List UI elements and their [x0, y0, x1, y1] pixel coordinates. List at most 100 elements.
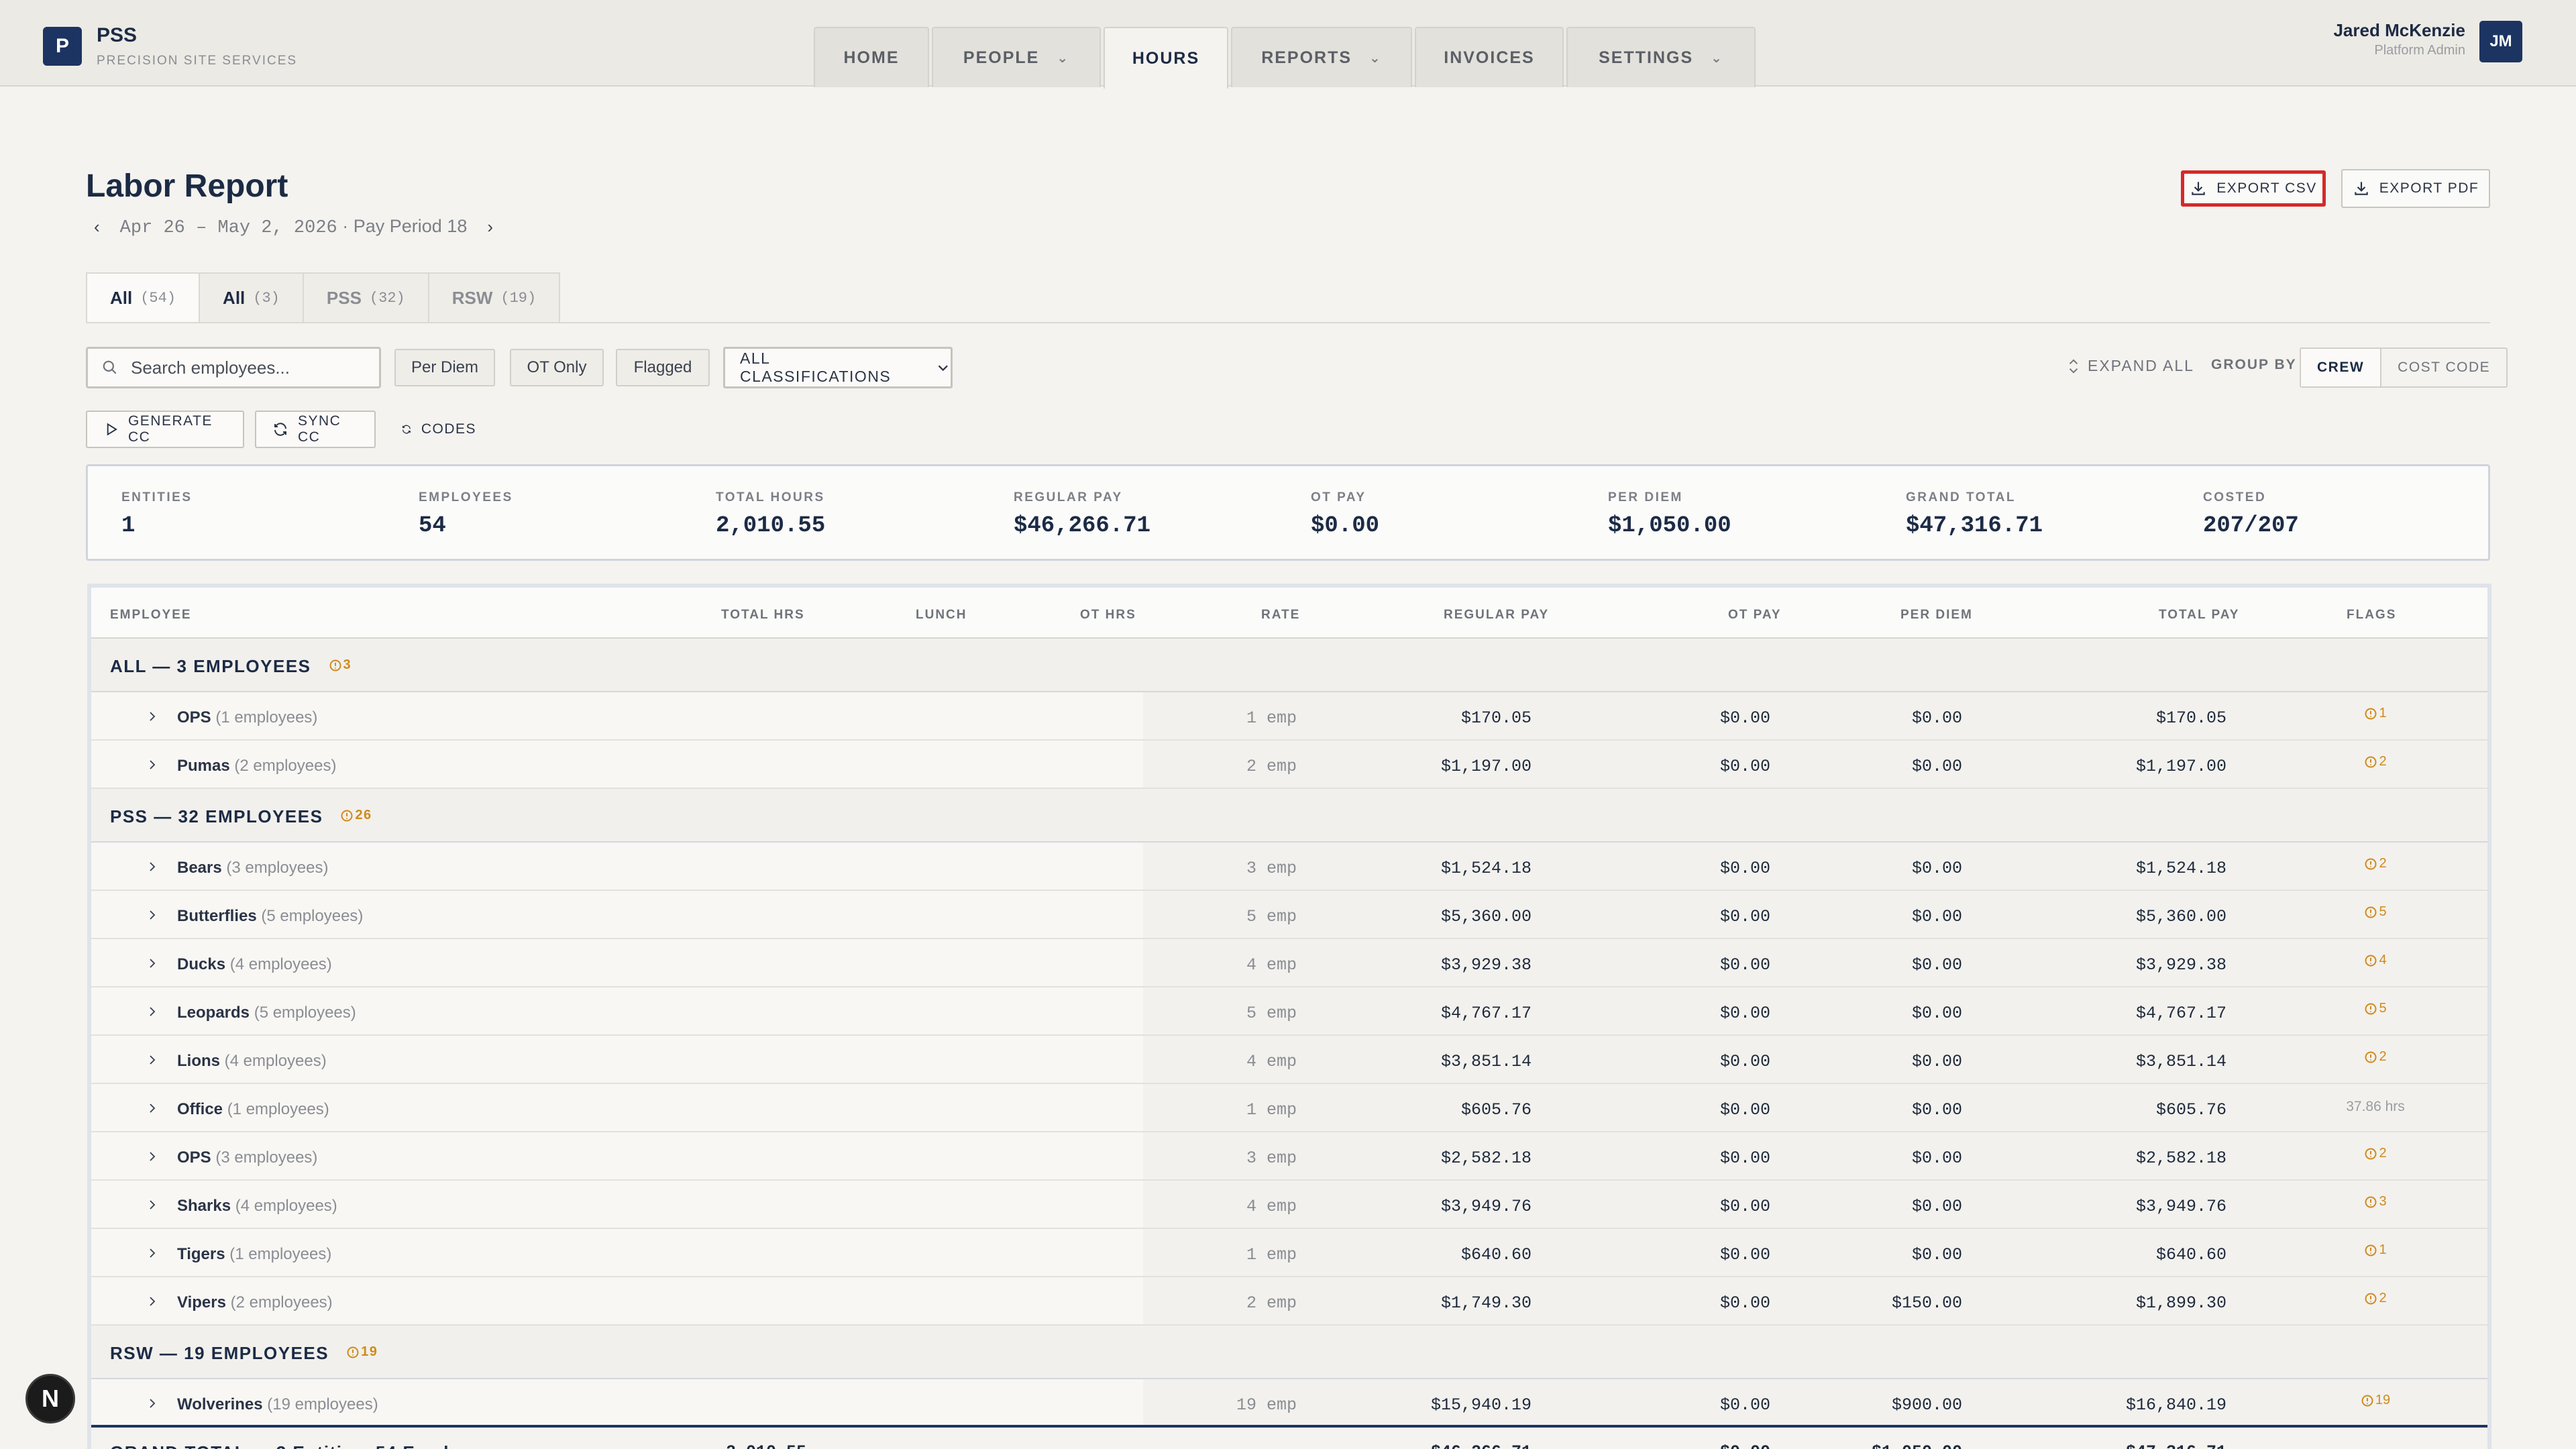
dev-tools-badge[interactable]: N: [25, 1374, 75, 1424]
col-total-hrs[interactable]: TOTAL HRS: [721, 608, 805, 623]
group-row[interactable]: ALL — 3 EMPLOYEES 3: [91, 639, 2487, 692]
flag-badge: 5: [2364, 904, 2387, 923]
entity-tab-pss[interactable]: PSS (32): [302, 272, 429, 323]
brand-logo[interactable]: P: [43, 27, 82, 66]
ot-pay-cell: $0.00: [1719, 859, 1770, 878]
flag-count: 5: [2379, 1001, 2387, 1016]
chevron-right-icon[interactable]: [146, 757, 158, 775]
flag-cell[interactable]: 2: [2339, 1146, 2412, 1165]
crew-row[interactable]: Lions (4 employees) 4 emp $3,851.14 $0.00 $0…: [91, 1036, 2487, 1084]
group-by-cost-code[interactable]: COST CODE: [2381, 349, 2506, 386]
entity-tab-all-entity[interactable]: All (3): [199, 272, 304, 323]
chevron-right-icon[interactable]: [146, 955, 158, 974]
crew-name-cell: Bears (3 employees): [146, 859, 328, 877]
col-lunch[interactable]: LUNCH: [916, 608, 967, 623]
expand-all-button[interactable]: EXPAND ALL: [2066, 357, 2194, 375]
crew-row[interactable]: Sharks (4 employees) 4 emp $3,949.76 $0.00 $…: [91, 1181, 2487, 1229]
flag-badge: 2: [2364, 856, 2387, 875]
stat-value: 207/207: [2203, 513, 2299, 539]
chevron-right-icon[interactable]: ›: [487, 217, 493, 237]
flag-badge: 2: [2364, 1146, 2387, 1165]
regular-pay-cell: $4,767.17: [1440, 1004, 1532, 1023]
flag-cell[interactable]: 2: [2339, 754, 2412, 773]
crew-row[interactable]: Wolverines (19 employees) 19 emp $15,940.1…: [91, 1379, 2487, 1428]
flag-badge: 2: [2364, 1291, 2387, 1309]
codes-button[interactable]: CODES: [385, 411, 492, 448]
crew-row[interactable]: OPS (1 employees) 1 emp $170.05 $0.00 $0.00 $…: [91, 692, 2487, 741]
chevron-right-icon[interactable]: [146, 1197, 158, 1216]
flag-cell[interactable]: 2: [2339, 856, 2412, 875]
col-regular-pay[interactable]: REGULAR PAY: [1444, 608, 1549, 623]
chevron-right-icon[interactable]: [146, 708, 158, 727]
flag-cell[interactable]: 3: [2339, 1194, 2412, 1213]
crew-row[interactable]: Leopards (5 employees) 5 emp $4,767.17 $0.0…: [91, 987, 2487, 1036]
crew-row[interactable]: Bears (3 employees) 3 emp $1,524.18 $0.00 $0…: [91, 843, 2487, 891]
chevron-right-icon[interactable]: [146, 907, 158, 926]
nav-tab-people[interactable]: PEOPLE ⌄: [932, 27, 1101, 87]
summary-stats: ENTITIES 1 EMPLOYEES 54 TOTAL HOURS 2,010.5…: [86, 464, 2490, 561]
flag-cell[interactable]: 5: [2339, 904, 2412, 923]
chevron-right-icon[interactable]: [146, 859, 158, 877]
crew-row[interactable]: Tigers (1 employees) 1 emp $640.60 $0.00 $0.…: [91, 1229, 2487, 1277]
chevron-right-icon[interactable]: [146, 1052, 158, 1071]
stat-label: EMPLOYEES: [419, 490, 513, 504]
chevron-right-icon[interactable]: [146, 1293, 158, 1312]
nav-tab-settings[interactable]: SETTINGS ⌄: [1566, 27, 1756, 87]
crew-row[interactable]: Vipers (2 employees) 2 emp $1,749.30 $0.00 $…: [91, 1277, 2487, 1326]
ot-only-filter[interactable]: OT Only: [510, 349, 604, 386]
col-employee[interactable]: EMPLOYEE: [110, 608, 192, 623]
nav-tab-invoices[interactable]: INVOICES: [1415, 27, 1564, 87]
col-flags[interactable]: FLAGS: [2347, 608, 2396, 623]
entity-tab-all[interactable]: All (54): [86, 272, 201, 323]
col-ot-pay[interactable]: OT PAY: [1728, 608, 1782, 623]
group-by-crew[interactable]: CREW: [2301, 349, 2382, 386]
crew-row[interactable]: Office (1 employees) 1 emp $605.76 $0.00 $0.…: [91, 1084, 2487, 1132]
download-icon: [2192, 182, 2205, 195]
generate-cc-button[interactable]: GENERATE CC: [86, 411, 244, 448]
chevron-down-icon: [938, 365, 949, 372]
entity-tab-count: (32): [369, 289, 405, 307]
nav-tab-reports[interactable]: REPORTS ⌄: [1231, 27, 1412, 87]
per-diem-filter[interactable]: Per Diem: [394, 349, 495, 386]
col-rate[interactable]: RATE: [1261, 608, 1300, 623]
col-per-diem[interactable]: PER DIEM: [1900, 608, 1973, 623]
crew-row[interactable]: Butterflies (5 employees) 5 emp $5,360.00 $…: [91, 891, 2487, 939]
crew-row[interactable]: Ducks (4 employees) 4 emp $3,929.38 $0.00 $0…: [91, 939, 2487, 987]
sync-cc-button[interactable]: SYNC CC: [255, 411, 376, 448]
export-csv-button[interactable]: EXPORT CSV: [2181, 170, 2326, 207]
nav-tab-hours[interactable]: HOURS: [1104, 27, 1228, 89]
flag-cell[interactable]: 2: [2339, 1049, 2412, 1068]
search-input[interactable]: Search employees...: [86, 347, 381, 388]
chevron-right-icon[interactable]: [146, 1100, 158, 1119]
col-total-pay[interactable]: TOTAL PAY: [2159, 608, 2239, 623]
classification-select[interactable]: ALL CLASSIFICATIONS: [723, 347, 953, 388]
flag-cell[interactable]: 19: [2339, 1393, 2412, 1411]
entity-tab-rsw[interactable]: RSW (19): [427, 272, 561, 323]
group-row[interactable]: RSW — 19 EMPLOYEES 19: [91, 1326, 2487, 1379]
crew-row[interactable]: Pumas (2 employees) 2 emp $1,197.00 $0.00 $0…: [91, 741, 2487, 789]
group-row[interactable]: PSS — 32 EMPLOYEES 26: [91, 789, 2487, 843]
avatar[interactable]: JM: [2479, 21, 2522, 62]
table-header: EMPLOYEE TOTAL HRS LUNCH OT HRS RATE REG…: [91, 588, 2487, 639]
stat-entities: ENTITIES 1: [121, 490, 193, 539]
regular-pay-cell: $170.05: [1460, 708, 1532, 728]
flag-cell[interactable]: 4: [2339, 953, 2412, 971]
nav-tab-home[interactable]: HOME: [814, 27, 929, 87]
brand-name: PSS: [97, 24, 138, 46]
flag-cell[interactable]: 1: [2339, 706, 2412, 724]
flag-cell[interactable]: 5: [2339, 1001, 2412, 1020]
crew-name-cell: Office (1 employees): [146, 1100, 329, 1119]
export-pdf-button[interactable]: EXPORT PDF: [2341, 169, 2490, 208]
flag-cell[interactable]: 2: [2339, 1291, 2412, 1309]
col-ot-hrs[interactable]: OT HRS: [1080, 608, 1136, 623]
crew-row[interactable]: OPS (3 employees) 3 emp $2,582.18 $0.00 $0.0…: [91, 1132, 2487, 1181]
rate-cell: 2 emp: [1246, 1293, 1297, 1313]
chevron-right-icon[interactable]: [146, 1395, 158, 1414]
chevron-right-icon[interactable]: [146, 1004, 158, 1022]
chevron-right-icon[interactable]: [146, 1245, 158, 1264]
chevron-right-icon[interactable]: [146, 1148, 158, 1167]
rate-cell: 4 emp: [1246, 1052, 1297, 1071]
flagged-filter[interactable]: Flagged: [616, 349, 710, 386]
flag-cell[interactable]: 1: [2339, 1242, 2412, 1261]
chevron-left-icon[interactable]: ‹: [94, 217, 100, 237]
